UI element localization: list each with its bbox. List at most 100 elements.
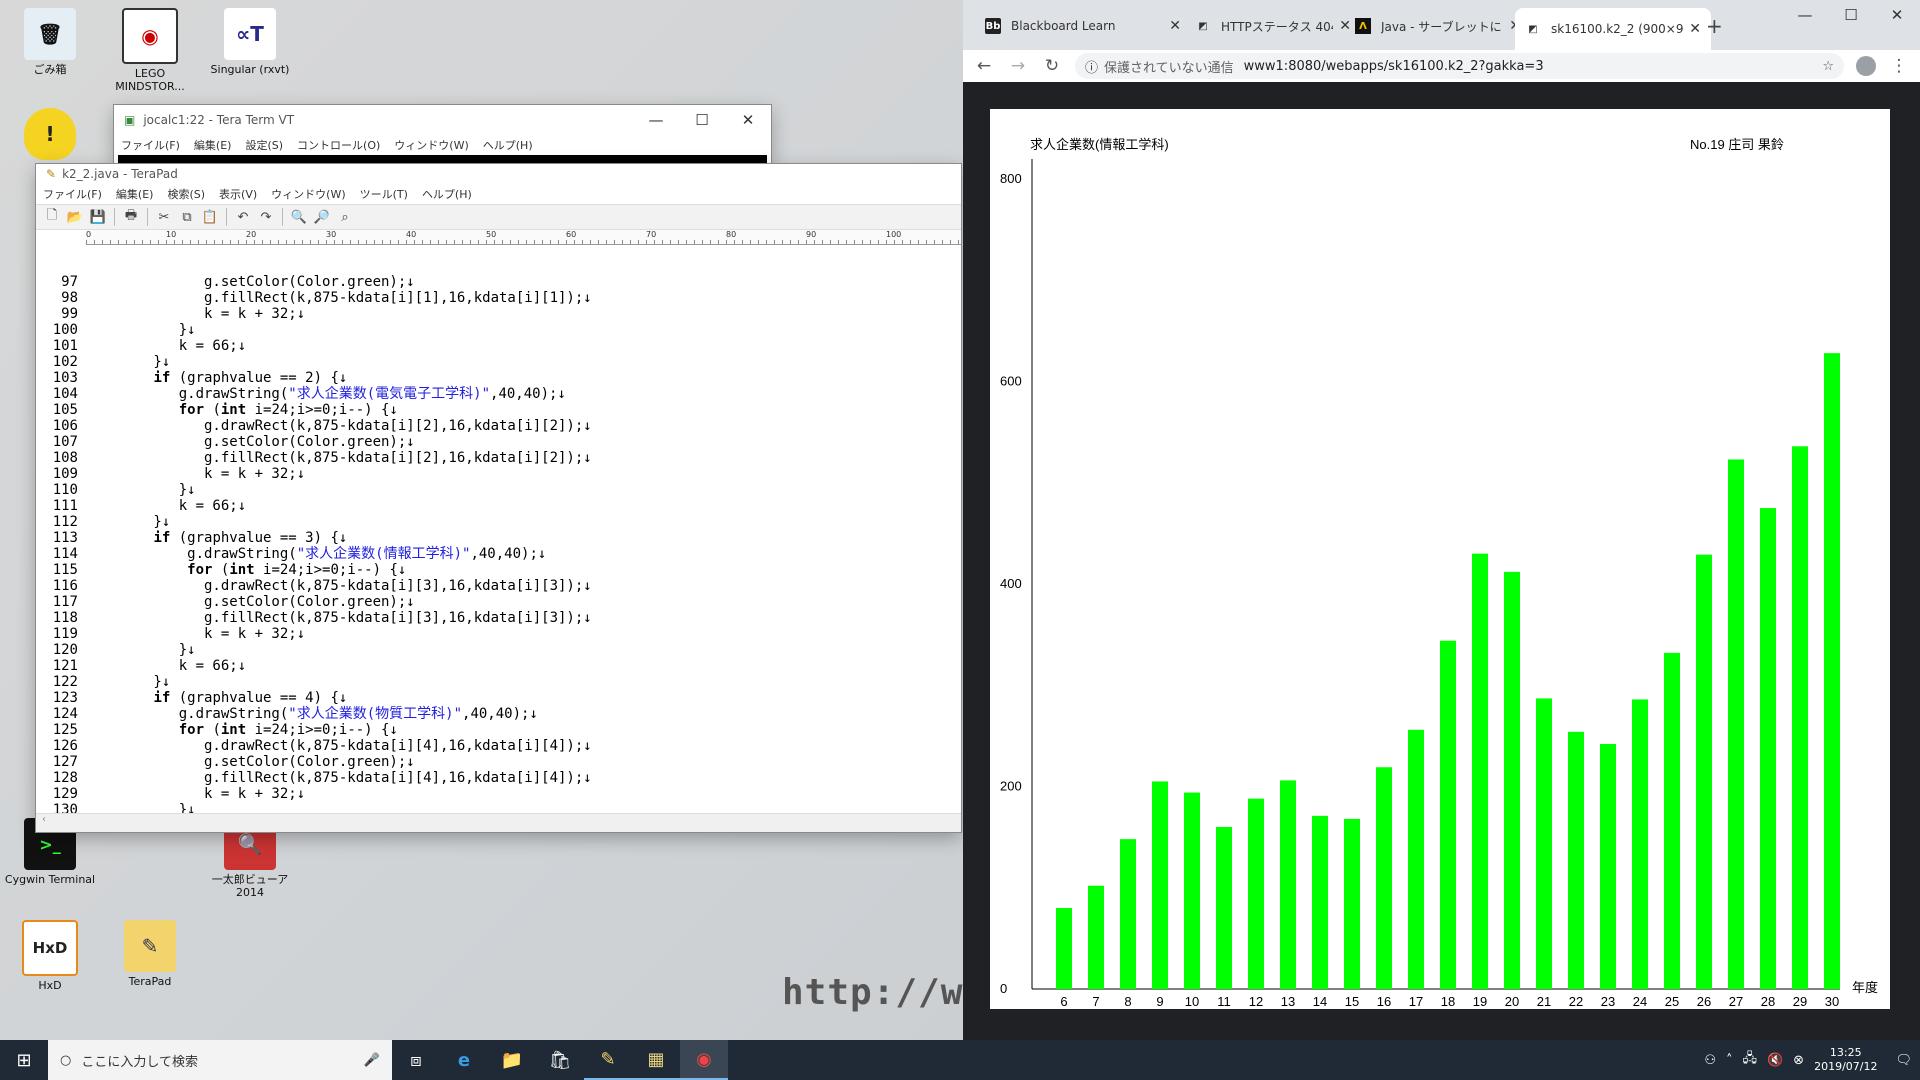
desktop-icon-singular[interactable]: ∝T Singular (rxvt) [200, 8, 300, 76]
code-line[interactable]: 102 }↓ [36, 354, 961, 370]
bookmark-star-icon[interactable]: ☆ [1822, 59, 1834, 74]
tab-http-404[interactable]: ◩ HTTPステータス 404 - N ✕ [1185, 10, 1361, 42]
find-next-icon[interactable]: 🔎 [312, 207, 332, 227]
minimize-button[interactable]: — [633, 105, 679, 135]
code-line[interactable]: 121 k = 66;↓ [36, 658, 961, 674]
new-file-icon[interactable]: 🗋 [42, 207, 62, 227]
code-line[interactable]: 120 }↓ [36, 642, 961, 658]
menu-window[interactable]: ウィンドウ(W) [387, 137, 475, 153]
desktop-icon-security[interactable]: ! [0, 108, 100, 163]
status-icon[interactable]: ⊗ [1793, 1053, 1804, 1068]
volume-muted-icon[interactable]: 🔇 [1767, 1053, 1783, 1068]
new-tab-button[interactable]: + [1706, 14, 1723, 38]
taskbar-teraterm[interactable]: ▦ [632, 1040, 680, 1080]
code-line[interactable]: 113 if (graphvalue == 3) {↓ [36, 530, 961, 546]
code-line[interactable]: 116 g.drawRect(k,875-kdata[i][3],16,kdat… [36, 578, 961, 594]
code-line[interactable]: 101 k = 66;↓ [36, 338, 961, 354]
code-editor[interactable]: 97 g.setColor(Color.green);↓ 98 g.fillRec… [36, 274, 961, 814]
terapad-titlebar[interactable]: ✎ k2_2.java - TeraPad [36, 164, 961, 184]
close-button[interactable]: ✕ [725, 105, 771, 135]
cut-icon[interactable]: ✂ [154, 207, 174, 227]
code-line[interactable]: 117 g.setColor(Color.green);↓ [36, 594, 961, 610]
horizontal-scrollbar[interactable]: ‹ [36, 813, 961, 832]
menu-tools[interactable]: ツール(T) [353, 186, 415, 202]
maximize-button[interactable]: ☐ [1828, 0, 1874, 30]
find-icon[interactable]: 🔍 [289, 207, 309, 227]
teraterm-titlebar[interactable]: ▣ jocalc1:22 - Tera Term VT — ☐ ✕ [114, 105, 771, 135]
code-line[interactable]: 97 g.setColor(Color.green);↓ [36, 274, 961, 290]
desktop-icon-hxd[interactable]: HxD HxD [0, 920, 100, 992]
code-line[interactable]: 114 g.drawString("求人企業数(情報工学科)",40,40);↓ [36, 546, 961, 562]
menu-view[interactable]: 表示(V) [212, 186, 264, 202]
chevron-up-icon[interactable]: ˄ [1726, 1053, 1733, 1068]
code-line[interactable]: 112 }↓ [36, 514, 961, 530]
menu-help[interactable]: ヘルプ(H) [476, 137, 540, 153]
code-line[interactable]: 118 g.fillRect(k,875-kdata[i][3],16,kdat… [36, 610, 961, 626]
start-button[interactable]: ⊞ [0, 1040, 48, 1080]
reload-icon[interactable]: ↻ [1041, 56, 1063, 76]
notification-icon[interactable]: 🗨 [1895, 1053, 1912, 1068]
code-line[interactable]: 109 k = k + 32;↓ [36, 466, 961, 482]
menu-edit[interactable]: 編集(E) [187, 137, 239, 153]
code-line[interactable]: 98 g.fillRect(k,875-kdata[i][1],16,kdata… [36, 290, 961, 306]
taskbar-edge[interactable]: e [440, 1040, 488, 1080]
code-line[interactable]: 126 g.drawRect(k,875-kdata[i][4],16,kdat… [36, 738, 961, 754]
teraterm-window[interactable]: ▣ jocalc1:22 - Tera Term VT — ☐ ✕ ファイル(F… [114, 105, 771, 165]
menu-kebab-icon[interactable]: ⋮ [1888, 56, 1910, 76]
menu-search[interactable]: 検索(S) [160, 186, 212, 202]
code-line[interactable]: 108 g.fillRect(k,875-kdata[i][2],16,kdat… [36, 450, 961, 466]
copy-icon[interactable]: ⧉ [177, 207, 197, 227]
menu-file[interactable]: ファイル(F) [114, 137, 187, 153]
profile-avatar[interactable] [1856, 56, 1876, 76]
code-line[interactable]: 129 k = k + 32;↓ [36, 786, 961, 802]
microphone-icon[interactable]: 🎤 [364, 1053, 380, 1068]
clock[interactable]: 13:25 2019/07/12 [1814, 1046, 1877, 1074]
info-icon[interactable]: ⓘ [1085, 57, 1098, 76]
code-line[interactable]: 127 g.setColor(Color.green);↓ [36, 754, 961, 770]
maximize-button[interactable]: ☐ [679, 105, 725, 135]
taskbar-chrome[interactable]: ◉ [680, 1040, 728, 1080]
undo-icon[interactable]: ↶ [233, 207, 253, 227]
forward-icon[interactable]: → [1007, 56, 1029, 76]
taskbar-file-explorer[interactable]: 📁 [488, 1040, 536, 1080]
save-icon[interactable]: 💾 [88, 207, 108, 227]
tab-sk16100-applet[interactable]: ◩ sk16100.k2_2 (900×9 ✕ [1515, 8, 1711, 50]
code-line[interactable]: 115 for (int i=24;i>=0;i--) {↓ [36, 562, 961, 578]
menu-file[interactable]: ファイル(F) [36, 186, 109, 202]
code-line[interactable]: 100 }↓ [36, 322, 961, 338]
address-bar[interactable]: ⓘ 保護されていない通信 www1:8080/webapps/sk16100.k… [1075, 53, 1844, 79]
replace-icon[interactable]: ⌕ [335, 207, 355, 227]
menu-edit[interactable]: 編集(E) [109, 186, 161, 202]
code-line[interactable]: 122 }↓ [36, 674, 961, 690]
tab-java-servlet[interactable]: Λ Java - サーブレットにリク ✕ [1345, 10, 1531, 42]
network-icon[interactable]: 🖧 [1742, 1049, 1757, 1071]
code-line[interactable]: 107 g.setColor(Color.green);↓ [36, 434, 961, 450]
paste-icon[interactable]: 📋 [200, 207, 220, 227]
people-icon[interactable]: ⚇ [1704, 1053, 1716, 1068]
code-line[interactable]: 119 k = k + 32;↓ [36, 626, 961, 642]
code-line[interactable]: 123 if (graphvalue == 4) {↓ [36, 690, 961, 706]
close-button[interactable]: ✕ [1874, 0, 1920, 30]
code-line[interactable]: 128 g.fillRect(k,875-kdata[i][4],16,kdat… [36, 770, 961, 786]
code-line[interactable]: 111 k = 66;↓ [36, 498, 961, 514]
desktop-icon-lego-mindstorms[interactable]: ◉ LEGO MINDSTOR... [100, 8, 200, 93]
code-line[interactable]: 106 g.drawRect(k,875-kdata[i][2],16,kdat… [36, 418, 961, 434]
code-line[interactable]: 99 k = k + 32;↓ [36, 306, 961, 322]
code-line[interactable]: 104 g.drawString("求人企業数(電気電子工学科)",40,40)… [36, 386, 961, 402]
tab-close-icon[interactable]: ✕ [1689, 21, 1701, 37]
print-icon[interactable]: 🖶 [121, 207, 141, 227]
tab-close-icon[interactable]: ✕ [1169, 18, 1181, 34]
code-line[interactable]: 105 for (int i=24;i>=0;i--) {↓ [36, 402, 961, 418]
taskbar-terapad[interactable]: ✎ [584, 1040, 632, 1080]
code-line[interactable]: 103 if (graphvalue == 2) {↓ [36, 370, 961, 386]
taskbar-store[interactable]: 🛍 [536, 1040, 584, 1080]
menu-help[interactable]: ヘルプ(H) [415, 186, 479, 202]
menu-settings[interactable]: 設定(S) [238, 137, 290, 153]
taskbar-search-box[interactable]: ○ ここに入力して検索 🎤 [48, 1040, 392, 1080]
open-folder-icon[interactable]: 📂 [65, 207, 85, 227]
desktop-icon-terapad[interactable]: ✎ TeraPad [100, 920, 200, 988]
back-icon[interactable]: ← [973, 56, 995, 76]
code-line[interactable]: 124 g.drawString("求人企業数(物質工学科)",40,40);↓ [36, 706, 961, 722]
menu-control[interactable]: コントロール(O) [290, 137, 387, 153]
code-line[interactable]: 125 for (int i=24;i>=0;i--) {↓ [36, 722, 961, 738]
